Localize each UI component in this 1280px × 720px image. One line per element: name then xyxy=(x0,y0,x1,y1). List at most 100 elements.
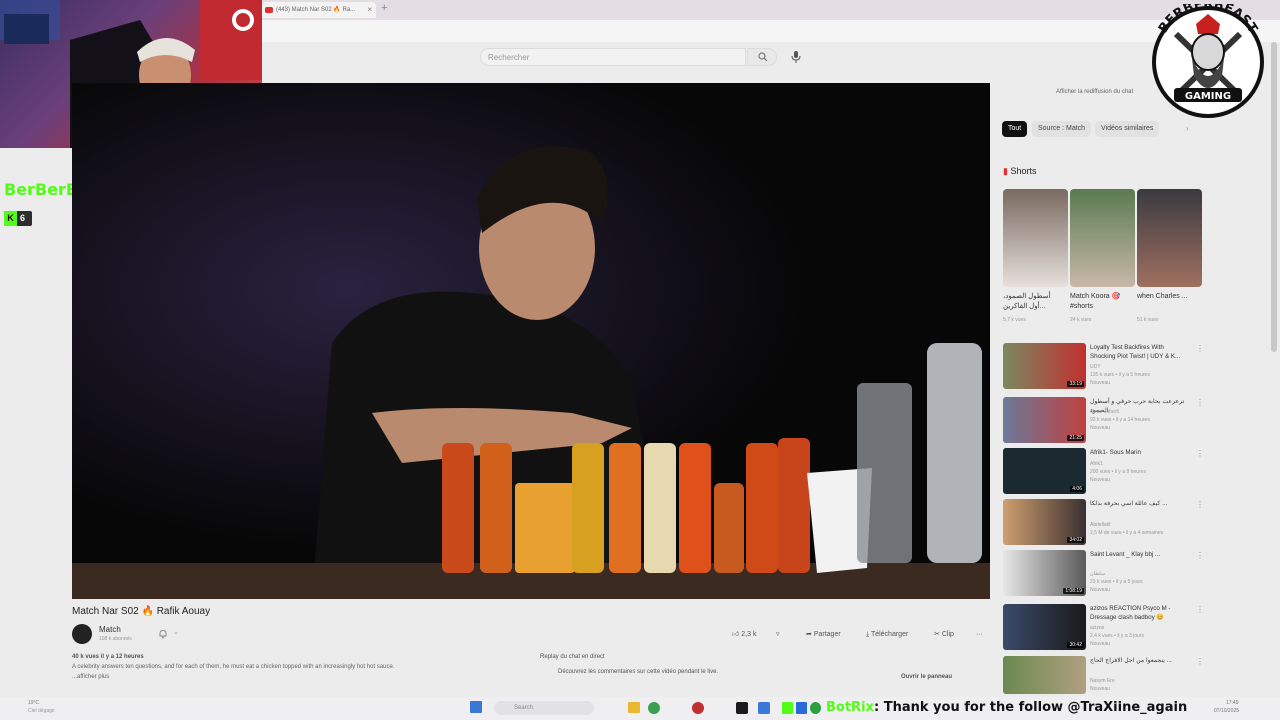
rec-title[interactable]: azizos REACTION Psyco M - Dressage clash… xyxy=(1090,605,1190,622)
more-options-icon[interactable]: ⋮ xyxy=(1196,398,1204,407)
share-label: Partager xyxy=(813,631,841,638)
short-title[interactable]: أسطول الصمود، أول الفاكرين... xyxy=(1003,292,1059,312)
video-thumbnail[interactable]: 4:06 xyxy=(1003,448,1086,494)
video-title: Match Nar S02 🔥 Rafik Aouay xyxy=(72,606,211,617)
short-thumbnail[interactable] xyxy=(1070,189,1135,287)
video-thumbnail[interactable]: 21:25 xyxy=(1003,397,1086,443)
logo-text-bottom: GAMING xyxy=(1185,91,1231,102)
more-options-icon[interactable]: ⋮ xyxy=(1196,500,1204,509)
video-thumbnail[interactable] xyxy=(1003,656,1086,694)
duration-badge: 1:08:19 xyxy=(1063,588,1084,594)
microphone-icon[interactable] xyxy=(788,50,804,64)
chip-source-match[interactable]: Source : Match xyxy=(1032,121,1092,137)
tab-title: (443) Match Nar S02 🔥 Ra... xyxy=(276,7,356,13)
rec-meta: 135 k vues • il y a 5 heures xyxy=(1090,372,1150,378)
chevron-down-icon[interactable]: ⌄ xyxy=(173,628,179,636)
chat-message: : Thank you for the follow @TraXiine_aga… xyxy=(874,700,1188,715)
short-thumbnail[interactable] xyxy=(1137,189,1202,287)
video-frame xyxy=(72,83,990,599)
browser-toolbar xyxy=(262,20,1280,42)
rec-title[interactable]: Afrik1- Sous Marin xyxy=(1090,449,1190,458)
channel-name[interactable]: Match xyxy=(99,625,121,634)
video-thumbnail[interactable]: 30:42 xyxy=(1003,604,1086,650)
kick-icon: K xyxy=(4,211,17,226)
terminal-icon[interactable] xyxy=(736,702,748,714)
subscriber-count: 108 k abonnés xyxy=(99,636,132,642)
show-more-link[interactable]: ...afficher plus xyxy=(72,672,532,682)
more-options-icon[interactable]: ⋮ xyxy=(1196,657,1204,666)
like-count: 2,3 k xyxy=(741,631,757,638)
rec-title[interactable]: Loyalty Test Backfires With Shocking Plo… xyxy=(1090,344,1190,361)
download-icon: ⤓ xyxy=(866,631,870,638)
app-icon[interactable] xyxy=(692,702,704,714)
rec-title[interactable]: كيف عائلة اسي بحرفة بذلكا ... xyxy=(1090,500,1190,509)
short-title[interactable]: Match Koora 🎯 #shorts xyxy=(1070,292,1126,312)
duration-badge: 34:02 xyxy=(1067,537,1084,543)
video-thumbnail[interactable]: 33:19 xyxy=(1003,343,1086,389)
short-views: 24 k vues xyxy=(1070,317,1092,323)
thumbs-up-icon: 👍︎ xyxy=(732,631,740,638)
view-stats: 40 k vues il y a 12 heures xyxy=(72,654,144,660)
chrome-icon[interactable] xyxy=(648,702,660,714)
video-thumbnail[interactable]: 34:02 xyxy=(1003,499,1086,545)
chevron-right-icon[interactable]: › xyxy=(1186,124,1189,133)
search-input[interactable]: Rechercher xyxy=(480,48,746,66)
scrollbar[interactable] xyxy=(1271,42,1277,352)
rec-meta: 92 k vues • il y a 14 heures xyxy=(1090,417,1150,423)
new-tab-button[interactable]: + xyxy=(381,2,387,14)
short-title[interactable]: when Charles ... xyxy=(1137,292,1193,302)
description-box[interactable]: 40 k vues il y a 12 heures A celebrity a… xyxy=(72,652,532,688)
hot-sauce-bottles xyxy=(442,438,810,573)
description-text: A celebrity answers ten questions, and f… xyxy=(72,664,395,670)
tab-active[interactable]: (443) Match Nar S02 🔥 Ra... × xyxy=(262,2,376,18)
new-badge: Nouveau xyxy=(1090,425,1111,431)
more-actions-button[interactable]: ··· xyxy=(976,628,983,642)
clip-button[interactable]: ✂ Clip xyxy=(934,628,954,642)
rec-channel: azizos xyxy=(1090,625,1105,631)
open-panel-button[interactable]: Ouvrir le panneau xyxy=(901,674,952,680)
duration-badge: 33:19 xyxy=(1067,381,1084,387)
download-button[interactable]: ⤓ Télécharger xyxy=(866,628,908,642)
tab-close-icon[interactable]: × xyxy=(367,2,372,18)
kick-icon xyxy=(782,702,793,714)
vscode-icon[interactable] xyxy=(758,702,770,714)
share-button[interactable]: ➦ Partager xyxy=(806,628,841,642)
more-options-icon[interactable]: ⋮ xyxy=(1196,449,1204,458)
video-thumbnail[interactable]: 1:08:19 xyxy=(1003,550,1086,596)
rec-channel: UDY xyxy=(1090,364,1101,370)
show-chat-replay-link[interactable]: Afficher la rediffusion du chat xyxy=(1056,89,1133,95)
thumbs-down-icon: ▿ xyxy=(776,631,780,638)
dislike-button[interactable]: ▿ xyxy=(776,628,780,642)
rec-channel: سلطان xyxy=(1090,571,1106,577)
chip-similar-videos[interactable]: Vidéos similaires xyxy=(1095,121,1160,137)
search-button[interactable] xyxy=(747,48,777,66)
rec-channel: Omar Jafardi xyxy=(1090,409,1119,415)
rec-meta: 2,4 k vues • il y a 3 jours xyxy=(1090,633,1144,639)
shorts-heading-label: Shorts xyxy=(1010,166,1037,176)
chat-replay-title: Replay du chat en direct xyxy=(540,654,605,660)
rec-channel: Nasym Ere xyxy=(1090,678,1115,684)
channel-avatar[interactable] xyxy=(72,624,92,644)
new-badge: Nouveau xyxy=(1090,641,1111,647)
rec-channel: Abdellatif xyxy=(1090,522,1111,528)
chip-all[interactable]: Tout xyxy=(1002,121,1028,137)
file-explorer-icon[interactable] xyxy=(628,702,640,713)
rec-title[interactable]: Saint Levant _ Klay bbj ... xyxy=(1090,551,1190,560)
weather-desc: Ciel dégagé xyxy=(28,708,55,714)
clock-time: 17:49 xyxy=(1226,700,1239,706)
short-thumbnail[interactable] xyxy=(1003,189,1068,287)
taskbar-search[interactable]: Search xyxy=(494,701,594,715)
rec-meta: 2,5 M de vues • il y a 4 semaines xyxy=(1090,530,1164,536)
like-button[interactable]: 👍︎ 2,3 k xyxy=(732,628,756,642)
more-options-icon[interactable]: ⋮ xyxy=(1196,605,1204,614)
rec-meta: 200 vues • il y a 9 heures xyxy=(1090,469,1146,475)
duration-badge: 30:42 xyxy=(1067,642,1084,648)
short-views: 51 k vues xyxy=(1137,317,1159,323)
more-options-icon[interactable]: ⋮ xyxy=(1196,551,1204,560)
more-options-icon[interactable]: ⋮ xyxy=(1196,344,1204,353)
video-player[interactable] xyxy=(72,83,990,599)
rec-title[interactable]: ينجمعوا من اجل الافراج الحاج ... xyxy=(1090,657,1190,666)
download-label: Télécharger xyxy=(870,631,909,638)
windows-start-icon[interactable] xyxy=(470,701,482,713)
bell-icon[interactable] xyxy=(158,629,168,639)
